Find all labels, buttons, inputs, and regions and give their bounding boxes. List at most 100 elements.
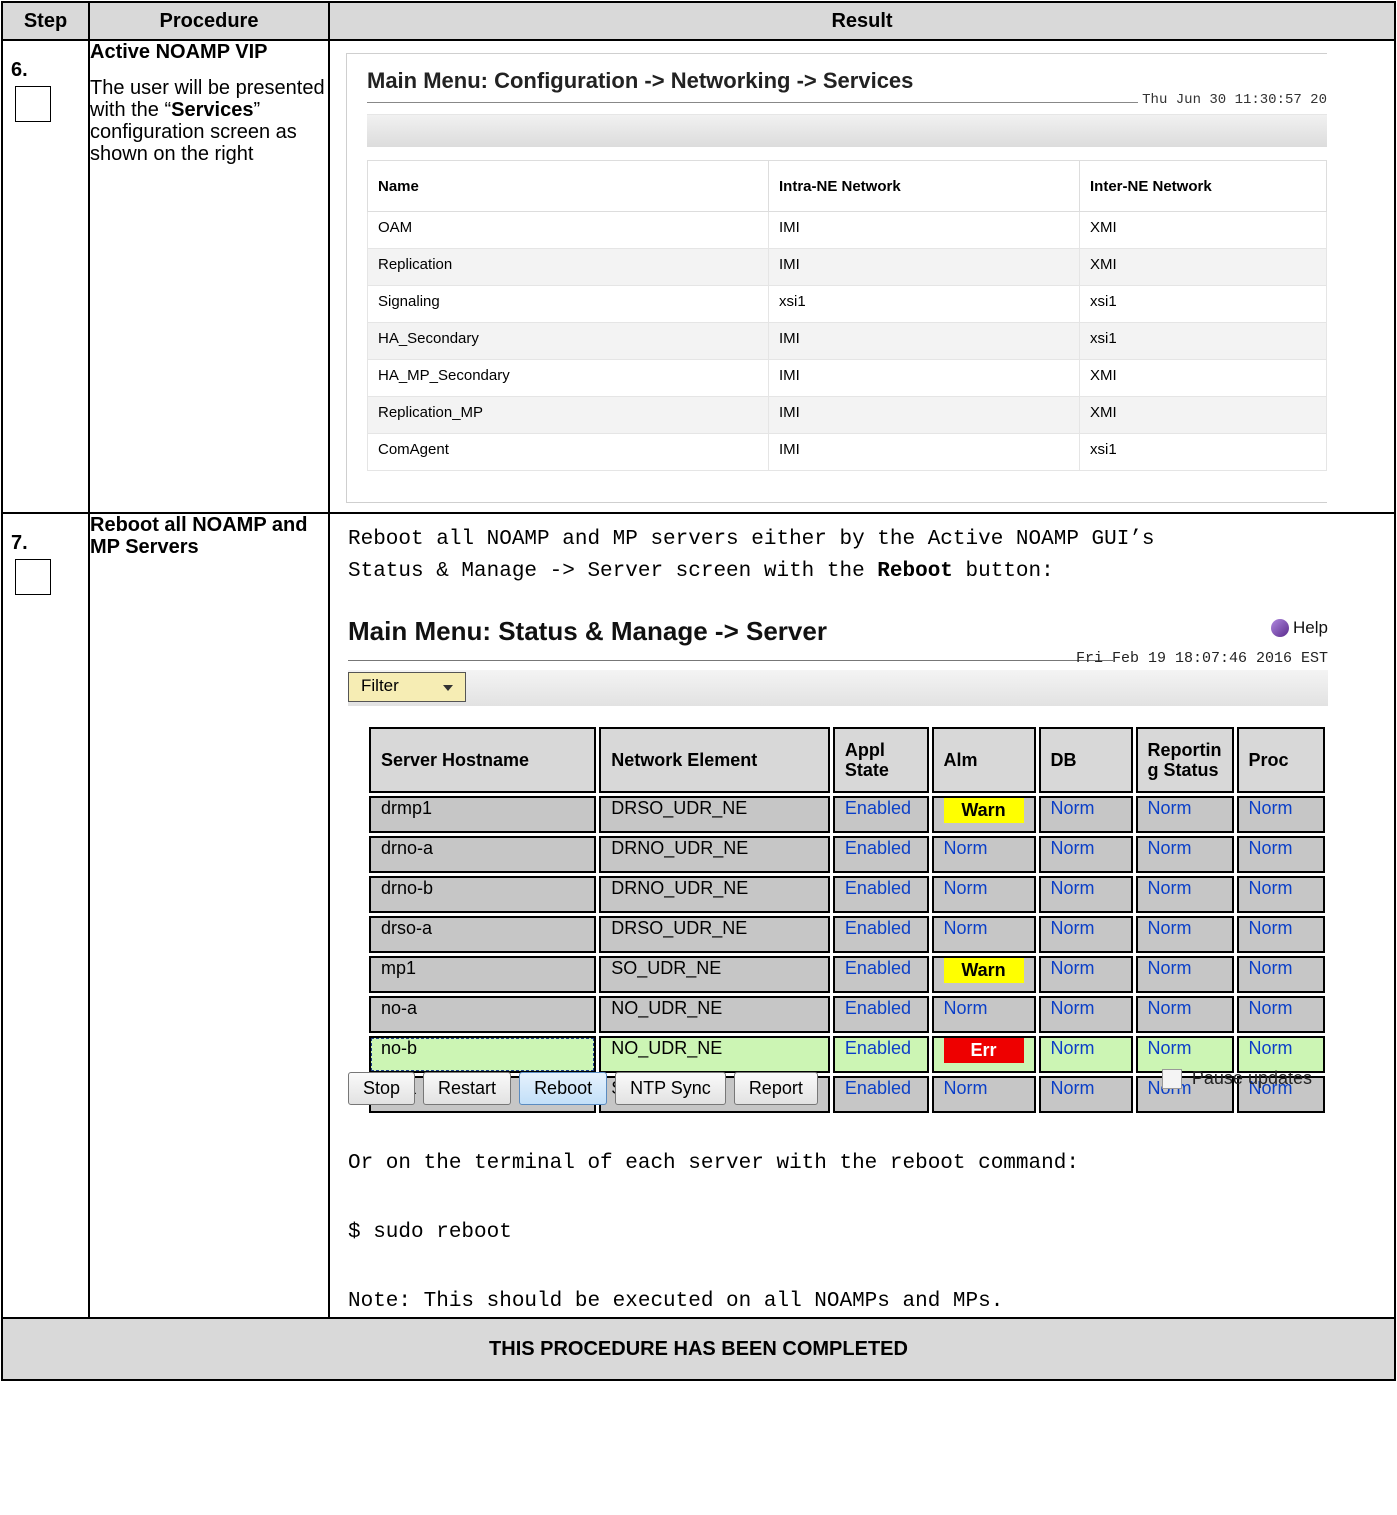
- reporting-status-value[interactable]: Norm: [1148, 878, 1192, 898]
- intra-ne-cell: IMI: [768, 322, 1080, 360]
- reporting-status-value[interactable]: Norm: [1148, 998, 1192, 1018]
- reporting-status-value[interactable]: Norm: [1148, 1038, 1192, 1058]
- filter-dropdown[interactable]: Filter: [348, 672, 466, 702]
- proc-value[interactable]: Norm: [1249, 838, 1293, 858]
- appl-state-cell: Enabled: [832, 996, 929, 1033]
- services-row[interactable]: OAM IMI XMI: [367, 211, 1327, 249]
- appl-state-value[interactable]: Enabled: [845, 918, 911, 938]
- services-page-title: Main Menu: Configuration -> Networking -…: [367, 68, 914, 93]
- services-row[interactable]: Replication IMI XMI: [367, 248, 1327, 286]
- proc-value[interactable]: Norm: [1249, 1038, 1293, 1058]
- step-7-title: Reboot all NOAMP and MP Servers: [90, 514, 308, 558]
- server-row[interactable]: drno-b DRNO_UDR_NE Enabled Norm Norm Norm Norm: [369, 876, 1325, 913]
- filter-label: Filter: [361, 676, 399, 695]
- services-row[interactable]: Replication_MP IMI XMI: [367, 396, 1327, 434]
- step-7-number: 7.: [11, 532, 28, 554]
- services-row[interactable]: HA_Secondary IMI xsi1: [367, 322, 1327, 360]
- intra-ne-cell: IMI: [768, 211, 1080, 249]
- step-6-checkbox[interactable]: [15, 86, 51, 122]
- db-value[interactable]: Norm: [1051, 998, 1095, 1018]
- title-divider: [348, 660, 1113, 661]
- help-label: Help: [1293, 618, 1328, 637]
- col-appl-state[interactable]: Appl State: [832, 727, 929, 793]
- proc-value[interactable]: Norm: [1249, 798, 1293, 818]
- proc-value[interactable]: Norm: [1249, 958, 1293, 978]
- reboot-button[interactable]: Reboot: [519, 1072, 608, 1105]
- db-value[interactable]: Norm: [1051, 798, 1095, 818]
- header-result: Result: [328, 1, 1396, 41]
- col-proc[interactable]: Proc: [1236, 727, 1325, 793]
- appl-state-value[interactable]: Enabled: [845, 838, 911, 858]
- hostname-cell: drso-a: [369, 916, 597, 953]
- hostname-cell: mp1: [369, 956, 597, 993]
- appl-state-value[interactable]: Enabled: [845, 958, 911, 978]
- alm-value[interactable]: Norm: [944, 918, 988, 938]
- server-row[interactable]: no-a NO_UDR_NE Enabled Norm Norm Norm Norm: [369, 996, 1325, 1033]
- reporting-status-value[interactable]: Norm: [1148, 958, 1192, 978]
- appl-state-cell: Enabled: [832, 796, 929, 833]
- services-row[interactable]: HA_MP_Secondary IMI XMI: [367, 359, 1327, 397]
- db-cell: Norm: [1038, 956, 1133, 993]
- col-reporting-status[interactable]: Reportin g Status: [1135, 727, 1234, 793]
- pause-updates-checkbox[interactable]: [1161, 1068, 1182, 1089]
- proc-value[interactable]: Norm: [1249, 918, 1293, 938]
- db-value[interactable]: Norm: [1051, 918, 1095, 938]
- alm-value[interactable]: Norm: [944, 1078, 988, 1098]
- help-link[interactable]: Help: [1271, 618, 1328, 638]
- db-value[interactable]: Norm: [1051, 838, 1095, 858]
- inter-ne-cell: xsi1: [1079, 433, 1327, 471]
- db-value[interactable]: Norm: [1051, 1038, 1095, 1058]
- alarm-badge[interactable]: Warn: [943, 958, 1024, 983]
- col-inter-ne: Inter-NE Network: [1079, 160, 1327, 212]
- pause-updates-toggle[interactable]: Pause updates: [1161, 1068, 1312, 1089]
- alm-value[interactable]: Norm: [944, 998, 988, 1018]
- server-row[interactable]: drmp1 DRSO_UDR_NE Enabled Warn Norm Norm Norm: [369, 796, 1325, 833]
- proc-value[interactable]: Norm: [1249, 998, 1293, 1018]
- proc-value[interactable]: Norm: [1249, 878, 1293, 898]
- network-element-cell: NO_UDR_NE: [599, 996, 830, 1033]
- services-row[interactable]: ComAgent IMI xsi1: [367, 433, 1327, 471]
- proc-cell: Norm: [1236, 876, 1325, 913]
- col-network-element[interactable]: Network Element: [599, 727, 830, 793]
- services-screenshot: Main Menu: Configuration -> Networking -…: [346, 53, 1327, 503]
- appl-state-value[interactable]: Enabled: [845, 998, 911, 1018]
- alarm-badge[interactable]: Err: [943, 1038, 1024, 1063]
- alm-value[interactable]: Norm: [944, 878, 988, 898]
- network-element-value: DRNO_UDR_NE: [611, 838, 749, 858]
- report-button[interactable]: Report: [733, 1072, 818, 1105]
- services-row[interactable]: Signaling xsi1 xsi1: [367, 285, 1327, 323]
- step-7-row: 7. Reboot all NOAMP and MP Servers Reboo…: [1, 512, 1396, 1319]
- appl-state-value[interactable]: Enabled: [845, 1078, 911, 1098]
- network-element-value: DRSO_UDR_NE: [611, 918, 748, 938]
- db-value[interactable]: Norm: [1051, 958, 1095, 978]
- inter-ne-cell: XMI: [1079, 248, 1327, 286]
- reporting-status-value[interactable]: Norm: [1148, 838, 1192, 858]
- reporting-status-value[interactable]: Norm: [1148, 918, 1192, 938]
- appl-state-value[interactable]: Enabled: [845, 878, 911, 898]
- alarm-badge[interactable]: Warn: [943, 798, 1024, 823]
- server-row[interactable]: mp1 SO_UDR_NE Enabled Warn Norm Norm Norm: [369, 956, 1325, 993]
- reporting-status-cell: Norm: [1135, 796, 1234, 833]
- appl-state-value[interactable]: Enabled: [845, 1038, 911, 1058]
- col-db[interactable]: DB: [1038, 727, 1133, 793]
- stop-button[interactable]: Stop: [348, 1072, 416, 1105]
- hostname-value: no-a: [381, 998, 418, 1018]
- col-hostname[interactable]: Server Hostname: [369, 727, 597, 793]
- intra-ne-cell: IMI: [768, 248, 1080, 286]
- ntp-sync-button[interactable]: NTP Sync: [615, 1072, 726, 1105]
- db-value[interactable]: Norm: [1051, 1078, 1095, 1098]
- restart-button[interactable]: Restart: [423, 1072, 512, 1105]
- alm-value[interactable]: Norm: [944, 838, 988, 858]
- appl-state-value[interactable]: Enabled: [845, 798, 911, 818]
- server-row[interactable]: drno-a DRNO_UDR_NE Enabled Norm Norm Norm Norm: [369, 836, 1325, 873]
- appl-state-cell: Enabled: [832, 916, 929, 953]
- service-name-cell: OAM: [367, 211, 769, 249]
- intra-ne-cell: IMI: [768, 359, 1080, 397]
- col-alm[interactable]: Alm: [931, 727, 1036, 793]
- db-value[interactable]: Norm: [1051, 878, 1095, 898]
- service-name-cell: ComAgent: [367, 433, 769, 471]
- hostname-value: no-b: [381, 1038, 418, 1058]
- server-row[interactable]: drso-a DRSO_UDR_NE Enabled Norm Norm Norm Norm: [369, 916, 1325, 953]
- step-7-checkbox[interactable]: [15, 559, 51, 595]
- reporting-status-value[interactable]: Norm: [1148, 798, 1192, 818]
